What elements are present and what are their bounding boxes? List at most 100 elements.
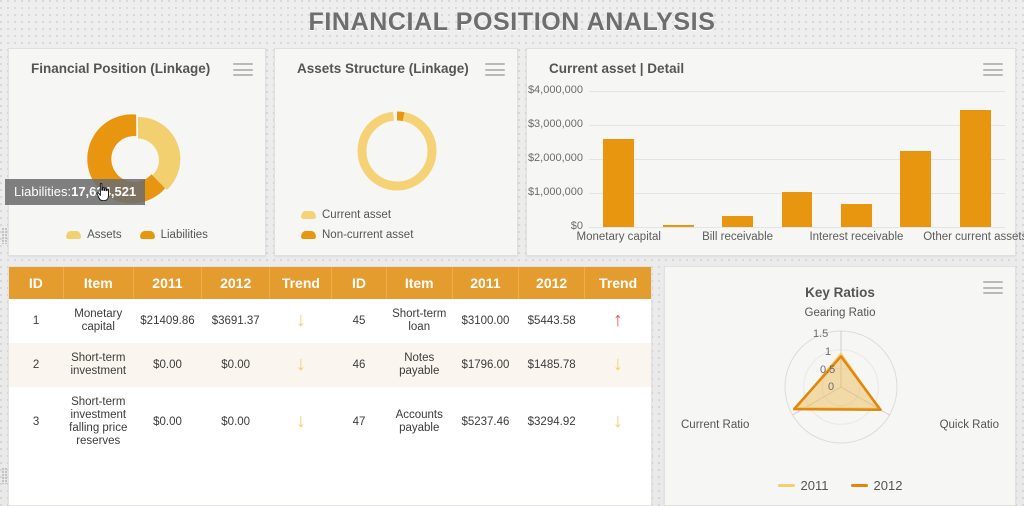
radar-axis-label-quick-ratio: Quick Ratio: [939, 419, 999, 431]
radar-series-2012[interactable]: [792, 355, 882, 412]
panel-key-ratios: Key Ratios Gearing Ratio Quick Ratio Cur…: [664, 266, 1016, 506]
trend-arrow-down-icon: ↓: [295, 409, 306, 432]
key-ratios-radar-chart: [784, 330, 898, 444]
panel-title-assets-structure: Assets Structure (Linkage): [297, 61, 469, 76]
bar-6[interactable]: [900, 151, 932, 227]
cell-id: 2: [9, 343, 64, 387]
cell-id: 45: [352, 314, 366, 327]
y-axis-tick-label: $1,000,000: [527, 186, 583, 198]
table-column-header-3[interactable]: 2011: [133, 267, 203, 299]
gridline: [589, 125, 1005, 126]
legend-financial-position: Assets Liabilities: [9, 229, 265, 241]
cell-trend: ↓: [585, 387, 651, 457]
cell-trend: ↓: [584, 343, 651, 387]
cell-id: 3: [32, 415, 40, 428]
table-column-header-9[interactable]: 2012: [518, 267, 586, 299]
legend-label: 2012: [873, 478, 903, 493]
legend-label: Current asset: [322, 209, 392, 221]
cell-2011: $0.00: [153, 415, 182, 428]
legend-line-icon: [850, 484, 868, 487]
table-column-header-8[interactable]: 2011: [452, 267, 520, 299]
legend-item-2011[interactable]: 2011: [777, 478, 829, 493]
hamburger-menu-icon[interactable]: [983, 281, 1003, 294]
legend-key-ratios: 2011 2012: [665, 478, 1015, 493]
trend-arrow-up-icon: ↑: [612, 308, 623, 331]
legend-item-current-asset[interactable]: Current asset: [301, 209, 391, 221]
cell-item: Accounts payable: [395, 409, 443, 434]
cell-2011: $21409.86: [140, 314, 195, 327]
table-column-header-4[interactable]: 2012: [201, 267, 271, 299]
bar-3[interactable]: [722, 216, 753, 227]
table-column-header-1[interactable]: ID: [9, 267, 64, 299]
page-title: FINANCIAL POSITION ANALYSIS: [308, 7, 716, 36]
cell-2012: $5443.58: [527, 314, 576, 327]
cell-2011: $0.00: [133, 343, 202, 387]
legend-line-icon: [777, 484, 795, 487]
hamburger-menu-icon[interactable]: [485, 63, 505, 76]
cell-item: Short-term loan: [392, 308, 447, 333]
cell-id: 47: [352, 415, 366, 428]
cell-id: 46: [331, 343, 387, 387]
assets-structure-donut-chart: [357, 111, 437, 191]
legend-swatch-icon: [301, 231, 316, 239]
bar-5[interactable]: [840, 203, 872, 227]
table-column-header-5[interactable]: Trend: [269, 267, 333, 299]
bar-chart-plot-area: $0 $1,000,000 $2,000,000 $3,000,000 $4,000,0…: [527, 49, 1024, 257]
hamburger-menu-icon[interactable]: [233, 63, 253, 76]
legend-item-2012[interactable]: 2012: [850, 478, 903, 493]
radar-tick-0: 0: [828, 381, 835, 393]
table-row[interactable]: 1 Monetary capital $21409.86 $3691.37 ↓ 45 Sho…: [9, 299, 651, 343]
radar-tick-1: 1: [825, 346, 832, 358]
legend-item-non-current-asset[interactable]: Non-current asset: [301, 229, 413, 241]
table-column-header-10[interactable]: Trend: [584, 267, 651, 299]
panel-financial-position: Financial Position (Linkage) Liabilities…: [5, 48, 266, 256]
radar-tick-1-5: 1.5: [813, 328, 829, 340]
donut-tooltip: Liabilities:17,624,521: [5, 179, 146, 205]
legend-item-liabilities[interactable]: Liabilities: [139, 229, 208, 241]
y-axis-tick-label: $3,000,000: [527, 118, 583, 130]
bar-2[interactable]: [662, 224, 694, 227]
gridline: [589, 159, 1005, 160]
bar-7[interactable]: [959, 110, 991, 227]
gridline: [589, 91, 1005, 92]
table-row[interactable]: 2 Short-term investment $0.00 $0.00 ↓ 46 Notes…: [9, 343, 651, 387]
legend-swatch-icon: [301, 211, 316, 219]
cell-2011: $3100.00: [461, 314, 510, 327]
table-body: 1 Monetary capital $21409.86 $3691.37 ↓ 45 Sho…: [9, 299, 651, 457]
cell-2012: $0.00: [221, 415, 251, 428]
radar-axis-label-current-ratio: Current Ratio: [681, 419, 750, 431]
y-axis-tick-label: $2,000,000: [527, 152, 583, 164]
financial-items-table: ID Item 2011 2012 Trend ID Item 2011 2012 Trend 1…: [9, 267, 651, 457]
table-column-header-6[interactable]: ID: [331, 267, 387, 299]
panel-title-financial-position: Financial Position (Linkage): [31, 61, 211, 76]
legend-label: Liabilities: [160, 229, 208, 241]
bar-4[interactable]: [781, 191, 813, 227]
x-axis-tick-label: Other current assets: [923, 231, 1024, 243]
donut-slice-current-asset[interactable]: [357, 111, 437, 191]
legend-swatch-icon: [139, 231, 155, 239]
panel-financial-items-table[interactable]: ID Item 2011 2012 Trend ID Item 2011 2012 Trend 1…: [8, 266, 652, 506]
cell-2011: $5237.46: [461, 415, 510, 428]
gridline: [589, 227, 1005, 228]
cell-2011: $1796.00: [452, 343, 519, 387]
cell-2012: $0.00: [201, 343, 270, 387]
cell-2012: $3294.92: [527, 415, 576, 428]
mouse-cursor-pointer-icon: [96, 182, 109, 202]
trend-arrow-down-icon: ↓: [612, 352, 623, 375]
dashboard-root: FINANCIAL POSITION ANALYSIS Financial Po…: [0, 0, 1024, 506]
tooltip-label: Liabilities:: [14, 184, 72, 199]
table-header-row: ID Item 2011 2012 Trend ID Item 2011 2012 Trend: [9, 267, 651, 299]
cell-2012: $1485.78: [518, 343, 585, 387]
table-row[interactable]: 3 Short-term investment falling price res…: [9, 387, 651, 457]
legend-item-assets[interactable]: Assets: [66, 229, 122, 241]
cell-item: Notes payable: [386, 343, 453, 387]
legend-label: 2011: [800, 478, 829, 493]
table-column-header-7[interactable]: Item: [386, 267, 453, 299]
legend-swatch-icon: [66, 231, 82, 239]
table-column-header-2[interactable]: Item: [63, 267, 134, 299]
cell-trend: ↓: [270, 387, 332, 457]
cell-id: 1: [32, 314, 40, 327]
bar-1[interactable]: [603, 138, 635, 227]
panel-current-asset-detail: Current asset | Detail $0 $1,000,000 $2,00…: [526, 48, 1024, 257]
radar-tick-0-5: 0.5: [820, 364, 836, 376]
